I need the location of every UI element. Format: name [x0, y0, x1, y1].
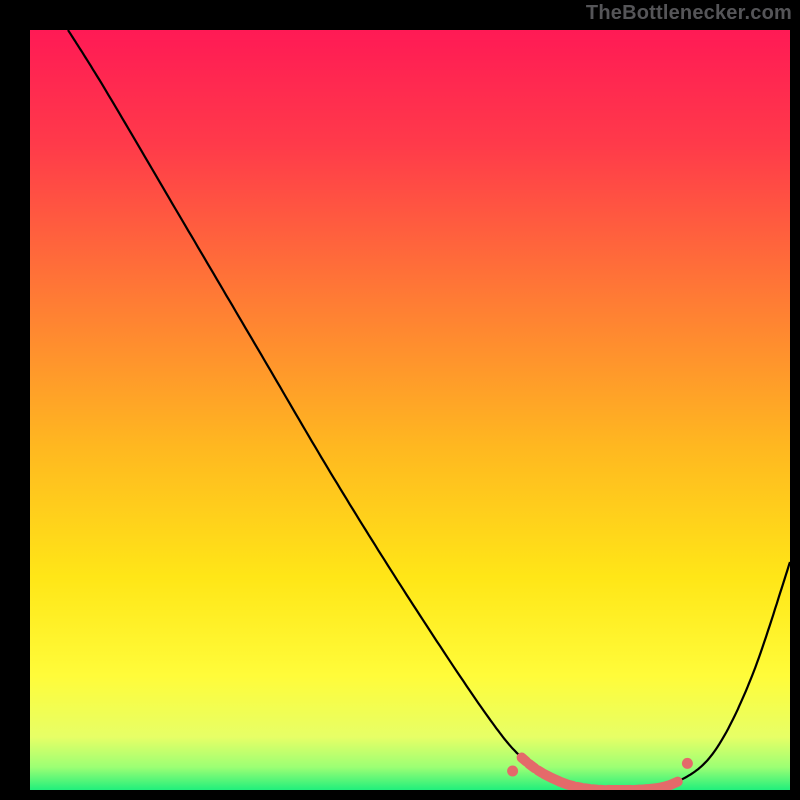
watermark-text: TheBottlenecker.com [586, 2, 792, 25]
bottleneck-chart [0, 0, 800, 800]
chart-container: TheBottlenecker.com [0, 0, 800, 800]
gradient-background [30, 30, 790, 790]
optimal-marker-end [682, 758, 693, 769]
optimal-marker-end [507, 766, 518, 777]
